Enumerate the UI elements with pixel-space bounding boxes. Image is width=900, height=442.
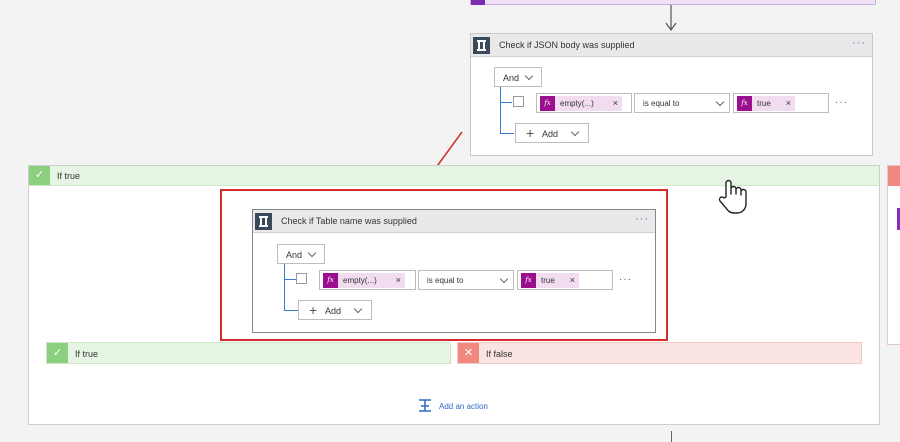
row-more-icon[interactable]: ··· (619, 274, 632, 285)
branch-label: If true (75, 349, 99, 359)
card-header[interactable]: Check if JSON body was supplied ··· (471, 34, 872, 57)
chevron-down-icon (524, 71, 534, 81)
chevron-down-icon (353, 304, 363, 314)
card-title: Check if JSON body was supplied (499, 40, 635, 50)
condition-icon (255, 213, 272, 230)
condition-left-field[interactable]: fx empty(...) × (319, 270, 416, 290)
more-options-icon[interactable]: ··· (635, 213, 649, 225)
hand-cursor-icon (716, 177, 750, 215)
remove-token-icon[interactable]: × (570, 275, 575, 285)
add-button-label: Add (542, 129, 559, 139)
token-label: empty(...) (560, 99, 594, 108)
add-action-label: Add an action (439, 402, 488, 411)
remove-token-icon[interactable]: × (786, 98, 791, 108)
cross-icon: ✕ (458, 343, 479, 363)
branch-header-if-true[interactable]: ✓ If true (29, 166, 879, 186)
token-label: empty(...) (343, 276, 377, 285)
row-more-icon[interactable]: ··· (835, 97, 848, 108)
tree-connector (500, 102, 512, 103)
group-operator-select[interactable]: And (277, 244, 325, 264)
group-operator-value: And (286, 250, 303, 260)
row-checkbox[interactable] (296, 273, 307, 284)
fx-icon: fx (323, 273, 338, 288)
tree-connector (500, 133, 514, 134)
add-action-link[interactable]: Add an action (418, 398, 498, 414)
previous-action-accent (471, 0, 485, 5)
condition-icon (473, 37, 490, 54)
branch-if-false-partial[interactable] (887, 165, 900, 345)
expression-token[interactable]: fx empty(...) × (323, 273, 405, 288)
branch-header-if-true[interactable]: ✓ If true (46, 342, 451, 364)
condition-left-field[interactable]: fx empty(...) × (536, 93, 632, 113)
condition-right-field[interactable]: fx true × (517, 270, 613, 290)
chevron-down-icon (715, 97, 725, 107)
tree-connector (284, 264, 285, 310)
operator-value: is equal to (643, 99, 680, 108)
card-title: Check if Table name was supplied (281, 216, 417, 226)
tree-connector (284, 279, 296, 280)
operator-value: is equal to (427, 276, 464, 285)
remove-token-icon[interactable]: × (396, 275, 401, 285)
branch-label: If true (57, 171, 81, 181)
group-operator-select[interactable]: And (494, 67, 542, 87)
more-options-icon[interactable]: ··· (852, 37, 866, 49)
flow-arrow-icon (664, 5, 678, 33)
condition-card-table-name[interactable]: Check if Table name was supplied ··· And… (252, 209, 656, 333)
group-operator-value: And (503, 73, 520, 83)
check-icon: ✓ (29, 166, 50, 185)
chevron-down-icon (570, 127, 580, 137)
fx-icon: fx (737, 96, 752, 111)
expression-token[interactable]: fx true × (737, 96, 795, 111)
plus-icon: + (526, 125, 535, 141)
check-icon: ✓ (47, 343, 68, 363)
branch-header-if-false[interactable]: ✕ If false (457, 342, 862, 364)
fx-icon: fx (521, 273, 536, 288)
token-label: true (541, 276, 555, 285)
row-checkbox[interactable] (513, 96, 524, 107)
token-label: true (757, 99, 771, 108)
fx-icon: fx (540, 96, 555, 111)
branch-label: If false (486, 349, 513, 359)
tree-connector (284, 310, 298, 311)
condition-right-field[interactable]: fx true × (733, 93, 829, 113)
plus-icon: + (309, 302, 318, 318)
remove-token-icon[interactable]: × (613, 98, 618, 108)
card-header[interactable]: Check if Table name was supplied ··· (253, 210, 655, 233)
condition-card-json-body[interactable]: Check if JSON body was supplied ··· And … (470, 33, 873, 156)
tree-connector (500, 87, 501, 133)
expression-token[interactable]: fx true × (521, 273, 579, 288)
add-condition-button[interactable]: + Add (298, 300, 372, 320)
chevron-down-icon (499, 274, 509, 284)
cross-icon (888, 166, 900, 186)
flow-connector (671, 431, 672, 442)
expression-token[interactable]: fx empty(...) × (540, 96, 622, 111)
add-condition-button[interactable]: + Add (515, 123, 589, 143)
add-action-icon (418, 399, 432, 412)
add-button-label: Add (325, 306, 342, 316)
chevron-down-icon (307, 248, 317, 258)
operator-select[interactable]: is equal to (634, 93, 730, 113)
operator-select[interactable]: is equal to (418, 270, 514, 290)
